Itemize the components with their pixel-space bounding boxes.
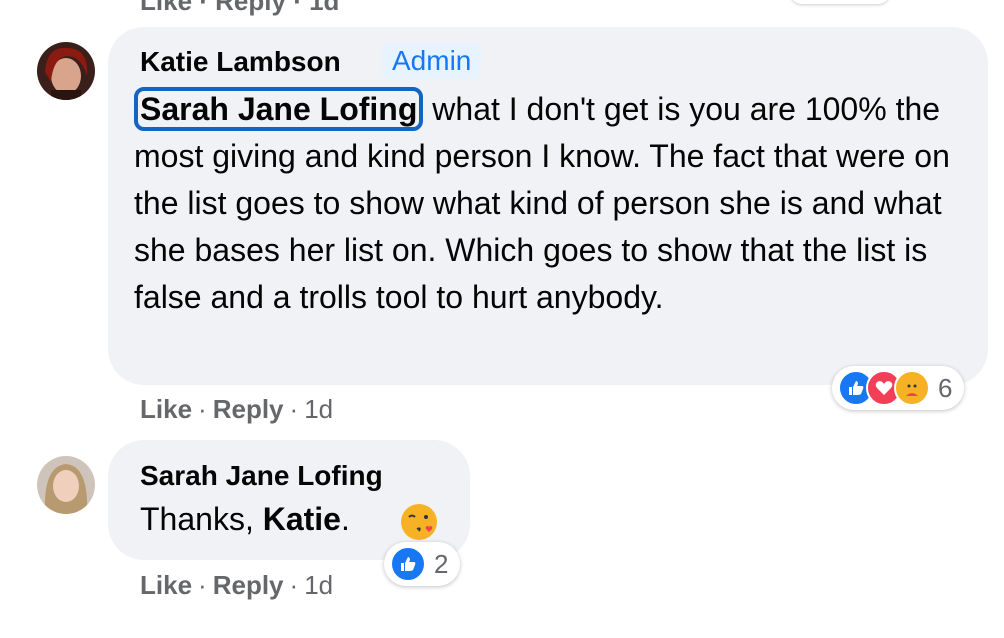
comment-text: Sarah Jane Lofing what I don't get is yo…: [134, 86, 964, 321]
like-button[interactable]: Like: [140, 394, 192, 424]
comment-author[interactable]: Sarah Jane Lofing: [140, 460, 383, 492]
reply-button[interactable]: Reply: [215, 0, 286, 16]
comment-actions: Like · Reply · 1d: [140, 394, 334, 424]
reaction-summary[interactable]: 6: [832, 366, 965, 410]
comment-actions: Like · Reply · 1d: [140, 570, 334, 600]
like-icon: [390, 546, 426, 582]
reply-button[interactable]: Reply: [213, 394, 284, 424]
reaction-count: 2: [434, 548, 449, 579]
avatar[interactable]: [37, 42, 95, 100]
comment-author[interactable]: Katie Lambson: [140, 46, 341, 78]
kissing-face-icon: [399, 502, 439, 547]
like-button[interactable]: Like: [140, 570, 192, 600]
like-button[interactable]: Like: [140, 0, 192, 16]
comment-body: Thanks,: [140, 501, 263, 537]
reply-button[interactable]: Reply: [213, 570, 284, 600]
avatar-image: [37, 456, 95, 514]
mentioned-name[interactable]: Katie: [263, 501, 341, 537]
previous-comment-actions: Like · Reply · 1d: [140, 0, 339, 17]
comment-age[interactable]: 1d: [304, 394, 333, 424]
reaction-count: 6: [938, 372, 953, 403]
comment-body-end: .: [340, 501, 350, 537]
avatar-image: [37, 42, 95, 100]
admin-badge: Admin: [382, 43, 482, 79]
reaction-summary[interactable]: 2: [384, 542, 461, 586]
avatar[interactable]: [37, 456, 95, 514]
care-icon: [894, 370, 930, 406]
previous-reaction-pill[interactable]: [790, 0, 890, 4]
comment-text: Thanks, Katie.: [140, 496, 350, 543]
comment-age[interactable]: 1d: [304, 570, 333, 600]
comment-age[interactable]: 1d: [309, 0, 339, 16]
mention-link[interactable]: Sarah Jane Lofing: [134, 87, 424, 131]
